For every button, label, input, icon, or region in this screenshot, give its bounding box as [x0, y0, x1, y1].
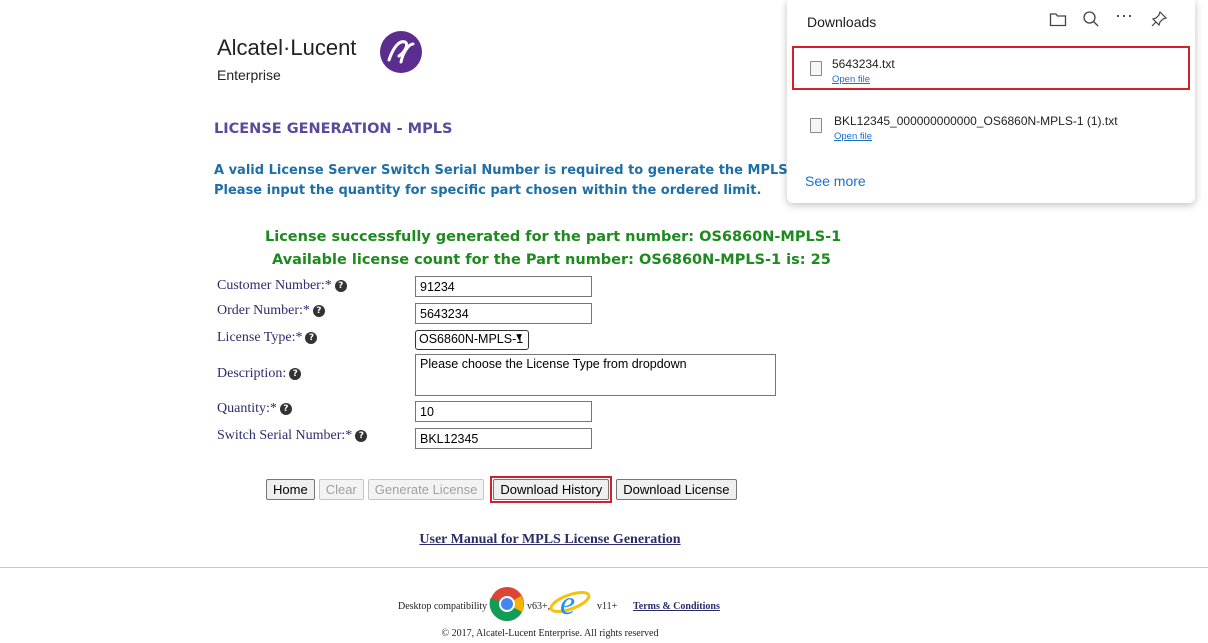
- description-label: Description:?: [217, 366, 302, 382]
- copyright-text: © 2017, Alcatel-Lucent Enterprise. All r…: [441, 628, 659, 639]
- text-file-icon: [810, 118, 822, 133]
- text-file-icon: [810, 61, 822, 76]
- search-icon[interactable]: [1082, 10, 1100, 28]
- folder-icon[interactable]: [1049, 11, 1067, 27]
- chrome-version: v63+,: [527, 601, 551, 612]
- quantity-input[interactable]: [415, 401, 592, 422]
- pin-icon[interactable]: [1150, 10, 1168, 28]
- help-icon[interactable]: ?: [355, 430, 368, 442]
- download-item[interactable]: BKL12345_000000000000_OS6860N-MPLS-1 (1)…: [792, 104, 1190, 150]
- license-type-select[interactable]: OS6860N-MPLS-1 ▼: [415, 330, 529, 350]
- see-more-link[interactable]: See more: [805, 173, 866, 189]
- description-textarea[interactable]: Please choose the License Type from drop…: [415, 354, 776, 396]
- success-message: License successfully generated for the p…: [265, 229, 842, 245]
- downloads-panel: Downloads ⋯ 5643234.txt Open file BKL123…: [787, 0, 1195, 203]
- download-history-highlight: Download History: [490, 476, 613, 503]
- download-history-button[interactable]: Download History: [493, 479, 610, 500]
- alcatel-lucent-logo-icon: [380, 31, 422, 73]
- open-file-link[interactable]: Open file: [832, 74, 870, 85]
- brand-subtitle: Enterprise: [217, 67, 281, 83]
- home-button[interactable]: Home: [266, 479, 315, 500]
- ie-version: v11+: [597, 601, 618, 612]
- action-buttons: Home Clear Generate License Download His…: [266, 476, 737, 503]
- switch-serial-label: Switch Serial Number:*?: [217, 428, 368, 444]
- download-item[interactable]: 5643234.txt Open file: [792, 46, 1190, 90]
- order-number-label: Order Number:*?: [217, 303, 325, 319]
- help-icon[interactable]: ?: [289, 368, 302, 380]
- customer-number-input[interactable]: [415, 276, 592, 297]
- terms-link[interactable]: Terms & Conditions: [633, 601, 720, 612]
- help-icon[interactable]: ?: [312, 305, 325, 317]
- customer-number-label: Customer Number:*?: [217, 278, 347, 294]
- download-file-name: 5643234.txt: [832, 57, 895, 71]
- svg-text:e: e: [560, 585, 575, 621]
- user-manual-link[interactable]: User Manual for MPLS License Generation: [0, 532, 1100, 548]
- license-type-label: License Type:*?: [217, 330, 318, 346]
- generate-license-button[interactable]: Generate License: [367, 479, 485, 500]
- download-license-button[interactable]: Download License: [616, 479, 737, 500]
- available-count-message: Available license count for the Part num…: [272, 252, 831, 268]
- downloads-title: Downloads: [807, 14, 877, 30]
- clear-button[interactable]: Clear: [318, 479, 364, 500]
- more-options-icon[interactable]: ⋯: [1115, 6, 1133, 27]
- internet-explorer-icon: e: [549, 585, 591, 621]
- brand-name: Alcatel·Lucent: [217, 35, 357, 60]
- page-title: LICENSE GENERATION - MPLS: [214, 121, 453, 137]
- chevron-down-icon: ▼: [514, 332, 524, 343]
- open-file-link[interactable]: Open file: [834, 131, 872, 142]
- license-type-selected-value: OS6860N-MPLS-1: [419, 332, 524, 346]
- help-icon[interactable]: ?: [334, 280, 347, 292]
- info-text-serial: A valid License Server Switch Serial Num…: [214, 163, 805, 178]
- download-file-name: BKL12345_000000000000_OS6860N-MPLS-1 (1)…: [834, 114, 1118, 128]
- help-icon[interactable]: ?: [305, 332, 318, 344]
- switch-serial-input[interactable]: [415, 428, 592, 449]
- info-text-quantity: Please input the quantity for specific p…: [214, 183, 762, 198]
- chrome-icon: [489, 587, 524, 621]
- help-icon[interactable]: ?: [279, 403, 292, 415]
- quantity-label: Quantity:*?: [217, 401, 292, 417]
- order-number-input[interactable]: [415, 303, 592, 324]
- footer-divider: [0, 567, 1208, 568]
